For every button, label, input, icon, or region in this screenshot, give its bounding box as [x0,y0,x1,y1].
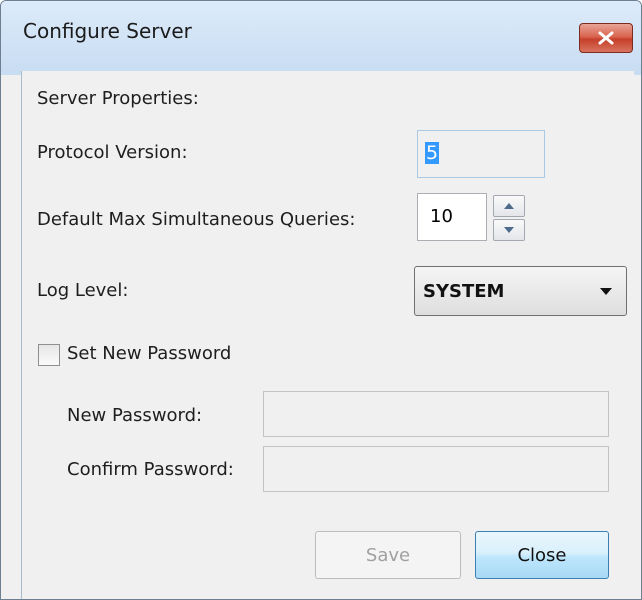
protocol-version-value: 5 [425,142,440,164]
max-queries-label: Default Max Simultaneous Queries: [37,209,356,230]
title-close-button[interactable] [579,23,633,53]
window-title: Configure Server [23,19,192,43]
set-password-checkbox[interactable] [38,344,60,366]
server-properties-heading: Server Properties: [37,88,199,109]
save-button[interactable]: Save [315,531,461,579]
new-password-field[interactable] [263,391,609,437]
protocol-version-input[interactable]: 5 [417,130,545,178]
spin-up-button[interactable] [493,195,525,217]
new-password-label: New Password: [67,405,203,426]
max-queries-input[interactable]: 10 [417,193,487,241]
title-bar[interactable]: Configure Server [1,1,641,75]
protocol-version-label: Protocol Version: [37,142,188,163]
triangle-down-icon [504,227,514,233]
set-password-label[interactable]: Set New Password [67,343,231,364]
confirm-password-field[interactable] [263,446,609,492]
close-button[interactable]: Close [475,531,609,579]
close-x-icon [598,31,614,45]
log-level-value: SYSTEM [423,281,505,302]
max-queries-value: 10 [430,206,453,227]
triangle-up-icon [504,203,514,209]
spin-down-button[interactable] [493,219,525,241]
confirm-password-label: Confirm Password: [67,459,234,480]
configure-server-dialog: Configure Server Server Properties: Prot… [0,0,642,600]
log-level-label: Log Level: [37,280,129,301]
chevron-down-icon [600,288,612,295]
log-level-select[interactable]: SYSTEM [414,266,627,316]
